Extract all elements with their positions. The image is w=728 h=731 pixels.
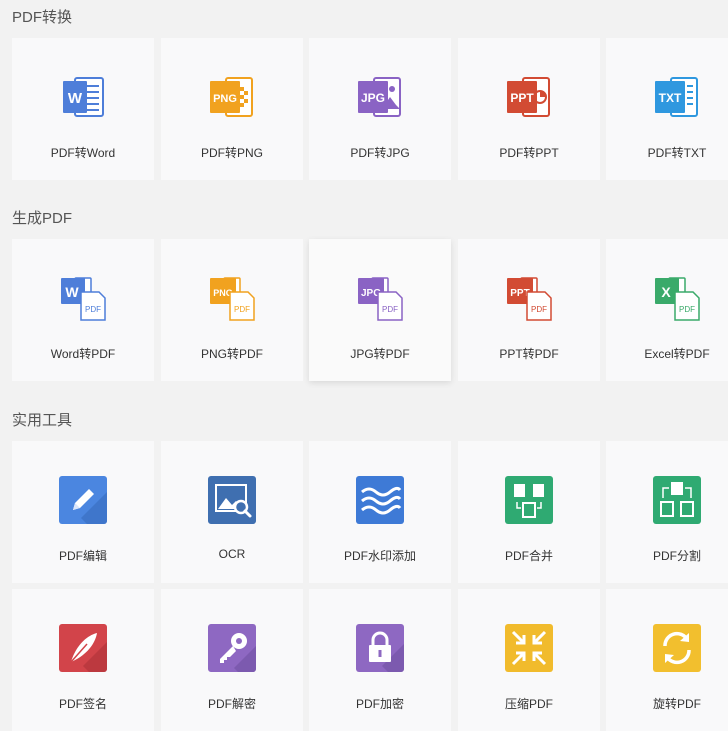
png-image-icon: PNG bbox=[210, 77, 253, 117]
pdf-badge: PDF bbox=[679, 305, 695, 314]
tool-label: PDF转TXT bbox=[647, 146, 707, 160]
tool-card-rotate-pdf[interactable]: 旋转PDF bbox=[606, 589, 728, 731]
word-to-pdf-icon: W PDF bbox=[61, 277, 106, 321]
tool-card-pdf-to-png[interactable]: PNG PDF转PNG bbox=[161, 38, 303, 180]
tool-card-jpg-to-pdf[interactable]: JPG PDF JPG转PDF bbox=[309, 239, 451, 381]
split-icon bbox=[653, 476, 701, 524]
jpg-image-icon: JPG bbox=[358, 77, 401, 117]
tool-card-pdf-split[interactable]: PDF分割 bbox=[606, 441, 728, 583]
excel-to-pdf-icon: X PDF bbox=[655, 277, 700, 321]
key-icon bbox=[208, 624, 256, 672]
jpg-to-pdf-icon: JPG PDF bbox=[358, 277, 403, 321]
tool-card-pdf-sign[interactable]: PDF签名 bbox=[12, 589, 154, 731]
jpg-badge: JPG bbox=[361, 91, 385, 105]
feather-pen-icon bbox=[59, 624, 107, 672]
png-to-pdf-icon: PNG PDF bbox=[210, 277, 255, 321]
excel-badge: X bbox=[661, 284, 671, 300]
txt-text-icon: TXT bbox=[655, 77, 698, 117]
lock-icon bbox=[356, 624, 404, 672]
ppt-badge: PPT bbox=[510, 91, 534, 105]
tool-label: PDF合并 bbox=[504, 549, 553, 563]
image-search-icon bbox=[208, 476, 256, 524]
word-badge: W bbox=[65, 284, 79, 300]
tool-card-word-to-pdf[interactable]: W PDF Word转PDF bbox=[12, 239, 154, 381]
section-title-pdf-convert: PDF转换 bbox=[12, 9, 73, 26]
pdf-badge: PDF bbox=[234, 305, 250, 314]
txt-badge: TXT bbox=[659, 91, 682, 105]
tool-label: PDF解密 bbox=[207, 697, 256, 711]
tool-card-pdf-encrypt[interactable]: PDF加密 bbox=[309, 589, 451, 731]
tool-card-compress-pdf[interactable]: 压缩PDF bbox=[458, 589, 600, 731]
tool-card-excel-to-pdf[interactable]: X PDF Excel转PDF bbox=[606, 239, 728, 381]
section-title-utilities: 实用工具 bbox=[12, 412, 73, 429]
tool-label: PDF加密 bbox=[355, 697, 404, 711]
section-title-create-pdf: 生成PDF bbox=[12, 210, 73, 227]
tool-card-pdf-edit[interactable]: PDF编辑 bbox=[12, 441, 154, 583]
tool-label: OCR bbox=[218, 547, 246, 561]
tool-label: PDF转Word bbox=[50, 146, 116, 160]
tool-card-pdf-merge[interactable]: PDF合并 bbox=[458, 441, 600, 583]
merge-icon bbox=[505, 476, 553, 524]
tool-card-pdf-to-jpg[interactable]: JPG PDF转JPG bbox=[309, 38, 451, 180]
pdf-badge: PDF bbox=[382, 305, 398, 314]
rotate-arrows-icon bbox=[653, 624, 701, 672]
tool-label: PDF编辑 bbox=[58, 549, 107, 563]
tool-card-png-to-pdf[interactable]: PNG PDF PNG转PDF bbox=[161, 239, 303, 381]
tool-label: PDF转PNG bbox=[200, 146, 263, 160]
tool-card-ppt-to-pdf[interactable]: PPT PDF PPT转PDF bbox=[458, 239, 600, 381]
tool-label: PPT转PDF bbox=[499, 347, 559, 361]
tool-card-ocr[interactable]: OCR bbox=[161, 441, 303, 583]
tool-label: PDF分割 bbox=[652, 549, 701, 563]
tool-label: PDF转PPT bbox=[499, 146, 559, 160]
compress-arrows-icon bbox=[505, 624, 553, 672]
tool-card-pdf-to-txt[interactable]: TXT PDF转TXT bbox=[606, 38, 728, 180]
tool-card-pdf-to-ppt[interactable]: PPT PDF转PPT bbox=[458, 38, 600, 180]
tool-label: PDF签名 bbox=[58, 697, 107, 711]
tool-label: Word转PDF bbox=[50, 347, 116, 361]
tool-label: Excel转PDF bbox=[644, 347, 710, 361]
tool-card-pdf-watermark[interactable]: PDF水印添加 bbox=[309, 441, 451, 583]
word-badge: W bbox=[68, 90, 83, 107]
pdf-badge: PDF bbox=[531, 305, 547, 314]
tool-label: 压缩PDF bbox=[504, 697, 553, 711]
png-badge: PNG bbox=[213, 93, 237, 105]
ppt-to-pdf-icon: PPT PDF bbox=[507, 277, 552, 321]
ppt-slides-icon: PPT bbox=[507, 77, 550, 117]
tool-label: JPG转PDF bbox=[350, 347, 410, 361]
tool-label: PNG转PDF bbox=[200, 347, 263, 361]
tool-label: 旋转PDF bbox=[652, 697, 701, 711]
pdf-badge: PDF bbox=[85, 305, 101, 314]
watermark-waves-icon bbox=[356, 476, 404, 524]
pencil-edit-icon bbox=[59, 476, 107, 524]
tool-label: PDF水印添加 bbox=[343, 549, 416, 563]
tool-card-pdf-decrypt[interactable]: PDF解密 bbox=[161, 589, 303, 731]
tool-card-pdf-to-word[interactable]: W PDF转Word bbox=[12, 38, 154, 180]
tool-label: PDF转JPG bbox=[350, 146, 410, 160]
word-doc-icon: W bbox=[63, 77, 104, 117]
